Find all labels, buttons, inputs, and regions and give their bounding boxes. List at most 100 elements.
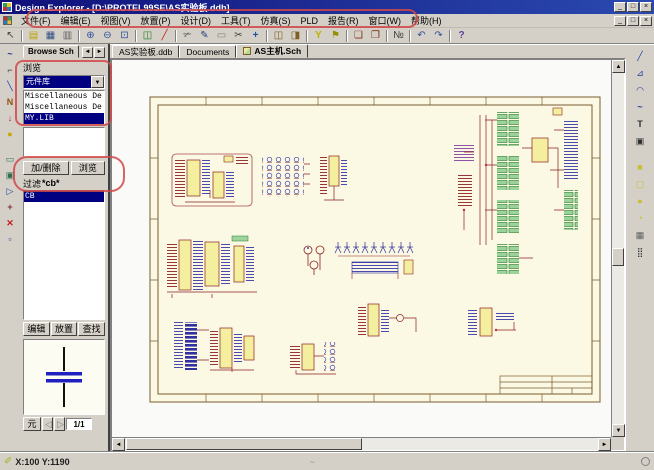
library-1-icon[interactable]: ❏ [350, 29, 367, 43]
net-label-icon[interactable]: N [2, 95, 19, 110]
minimize-button[interactable]: _ [614, 2, 626, 12]
list-item-selected[interactable]: CB [24, 191, 104, 202]
menu-place[interactable]: 放置(P) [136, 13, 176, 28]
menu-simulate[interactable]: 仿真(S) [256, 13, 296, 28]
flag-icon[interactable]: ⚑ [327, 29, 344, 43]
pointer-icon[interactable]: ↖ [2, 29, 19, 43]
arc-icon[interactable]: ◠ [631, 83, 650, 99]
edit-button[interactable]: 编辑 [23, 322, 50, 336]
filter-icon[interactable]: Y [310, 29, 327, 43]
find-button[interactable]: 查找 [78, 322, 105, 336]
scroll-down-icon[interactable]: ▼ [612, 424, 625, 437]
array-paste-icon[interactable]: ⣿ [631, 245, 650, 261]
panel-tab-scroll-left[interactable]: ◄ [82, 47, 93, 58]
components-icon[interactable]: ◫ [139, 29, 156, 43]
edit-library-icon[interactable]: ◨ [287, 29, 304, 43]
sheet-entry-icon[interactable]: ▣ [2, 168, 19, 183]
redo-icon[interactable]: ↷ [430, 29, 447, 43]
horizontal-scroll-thumb[interactable] [126, 438, 362, 450]
pie-icon[interactable]: ◔ [631, 211, 650, 227]
port-icon[interactable]: ▷ [2, 184, 19, 199]
undo-icon[interactable]: ↶ [413, 29, 430, 43]
filter-value[interactable]: *cb* [42, 178, 60, 188]
scroll-up-icon[interactable]: ▲ [612, 60, 625, 73]
tab-browse-sch[interactable]: Browse Sch [23, 45, 79, 58]
pcb-directive-icon[interactable]: ▫ [2, 232, 19, 247]
pliers-icon[interactable]: ✃ [179, 29, 196, 43]
menu-pld[interactable]: PLD [296, 15, 324, 27]
select-rect-icon[interactable]: ▭ [213, 29, 230, 43]
horizontal-scrollbar[interactable]: ◄ ► [112, 437, 611, 450]
menu-file[interactable]: 文件(F) [16, 13, 56, 28]
save-icon[interactable]: ▦ [42, 29, 59, 43]
cursor-coordinates: X:100 Y:1190 [15, 457, 69, 467]
page-prev-button[interactable]: ◁ [42, 417, 53, 431]
line-icon[interactable]: ╱ [631, 49, 650, 65]
bus-entry-icon[interactable]: ⌐ [2, 63, 19, 78]
power-port-icon[interactable]: ↓ [2, 111, 19, 126]
zoom-in-icon[interactable]: ⊕ [82, 29, 99, 43]
library-2-icon[interactable]: ❐ [367, 29, 384, 43]
library-list[interactable]: Miscellaneous De Miscellaneous De MY.LIB [23, 90, 105, 125]
no-erc-icon[interactable]: ✕ [2, 216, 19, 231]
print-icon[interactable]: ▥ [59, 29, 76, 43]
rectangle-icon[interactable]: ■ [631, 160, 650, 176]
menu-tools[interactable]: 工具(T) [216, 13, 256, 28]
graph-icon[interactable]: ▦ [631, 228, 650, 244]
help-icon[interactable]: ? [453, 29, 470, 43]
vertical-scrollbar[interactable]: ▲ ▼ [611, 60, 624, 437]
scroll-right-icon[interactable]: ► [598, 438, 611, 451]
tab-schematic-active[interactable]: AS主机.Sch [236, 44, 308, 58]
junction-icon[interactable]: + [2, 200, 19, 215]
text-frame-icon[interactable]: ▣ [631, 134, 650, 150]
component-list[interactable]: CB [23, 190, 105, 320]
list-item-selected[interactable]: MY.LIB [24, 113, 104, 124]
open-icon[interactable]: ▤ [25, 29, 42, 43]
cut-icon[interactable]: ✂ [230, 29, 247, 43]
zoom-out-icon[interactable]: ⊖ [99, 29, 116, 43]
move-icon[interactable]: + [247, 29, 264, 43]
place-button[interactable]: 放置 [51, 322, 78, 336]
chevron-down-icon[interactable]: ▼ [91, 76, 104, 88]
vertical-scroll-thumb[interactable] [612, 248, 624, 266]
ellipse-icon[interactable]: ● [631, 194, 650, 210]
scroll-left-icon[interactable]: ◄ [112, 438, 125, 451]
tab-documents[interactable]: Documents [179, 45, 236, 58]
schematic-sheet-view[interactable] [112, 60, 611, 437]
tab-ddb[interactable]: AS实验板.ddb [112, 45, 179, 58]
restore-button[interactable]: □ [627, 2, 639, 12]
polygon-icon[interactable]: ⊿ [631, 66, 650, 82]
library-list-empty-area[interactable] [23, 127, 105, 157]
menu-help[interactable]: 帮助(H) [406, 13, 447, 28]
menu-view[interactable]: 视图(V) [96, 13, 136, 28]
pencil-icon[interactable]: ✎ [196, 29, 213, 43]
text-icon[interactable]: T [631, 117, 650, 133]
sheet-symbol-icon[interactable]: ▭ [2, 152, 19, 167]
list-item[interactable]: Miscellaneous De [24, 91, 104, 102]
round-rectangle-icon[interactable]: ▢ [631, 177, 650, 193]
menu-reports[interactable]: 报告(R) [323, 13, 364, 28]
list-item[interactable]: Miscellaneous De [24, 102, 104, 113]
page-next-button[interactable]: ▷ [54, 417, 65, 431]
child-close-button[interactable]: × [640, 16, 652, 26]
panel-tab-scroll-right[interactable]: ► [94, 47, 105, 58]
bezier-icon[interactable]: ~ [631, 100, 650, 116]
library-category-dropdown[interactable]: 元件库 ▼ [23, 75, 105, 89]
zoom-all-icon[interactable]: ⊡ [116, 29, 133, 43]
annotate-icon[interactable]: № [390, 29, 407, 43]
child-restore-button[interactable]: □ [627, 16, 639, 26]
part-icon[interactable]: ● [2, 127, 19, 142]
part-button[interactable]: 元 [23, 417, 41, 431]
menu-edit[interactable]: 编辑(E) [56, 13, 96, 28]
menu-window[interactable]: 窗口(W) [364, 13, 407, 28]
close-button[interactable]: × [640, 2, 652, 12]
bus-icon[interactable]: ╲ [2, 79, 19, 94]
add-remove-button[interactable]: 加/删除 [23, 161, 69, 175]
wire-icon[interactable]: ~ [2, 47, 19, 62]
browse-button[interactable]: 浏览 [71, 161, 105, 175]
schematic-canvas[interactable]: ▲ ▼ ◄ ► [110, 58, 626, 452]
browse-library-icon[interactable]: ◫ [270, 29, 287, 43]
draw-wire-icon[interactable]: ╱ [156, 29, 173, 43]
child-minimize-button[interactable]: _ [614, 16, 626, 26]
menu-design[interactable]: 设计(D) [176, 13, 217, 28]
